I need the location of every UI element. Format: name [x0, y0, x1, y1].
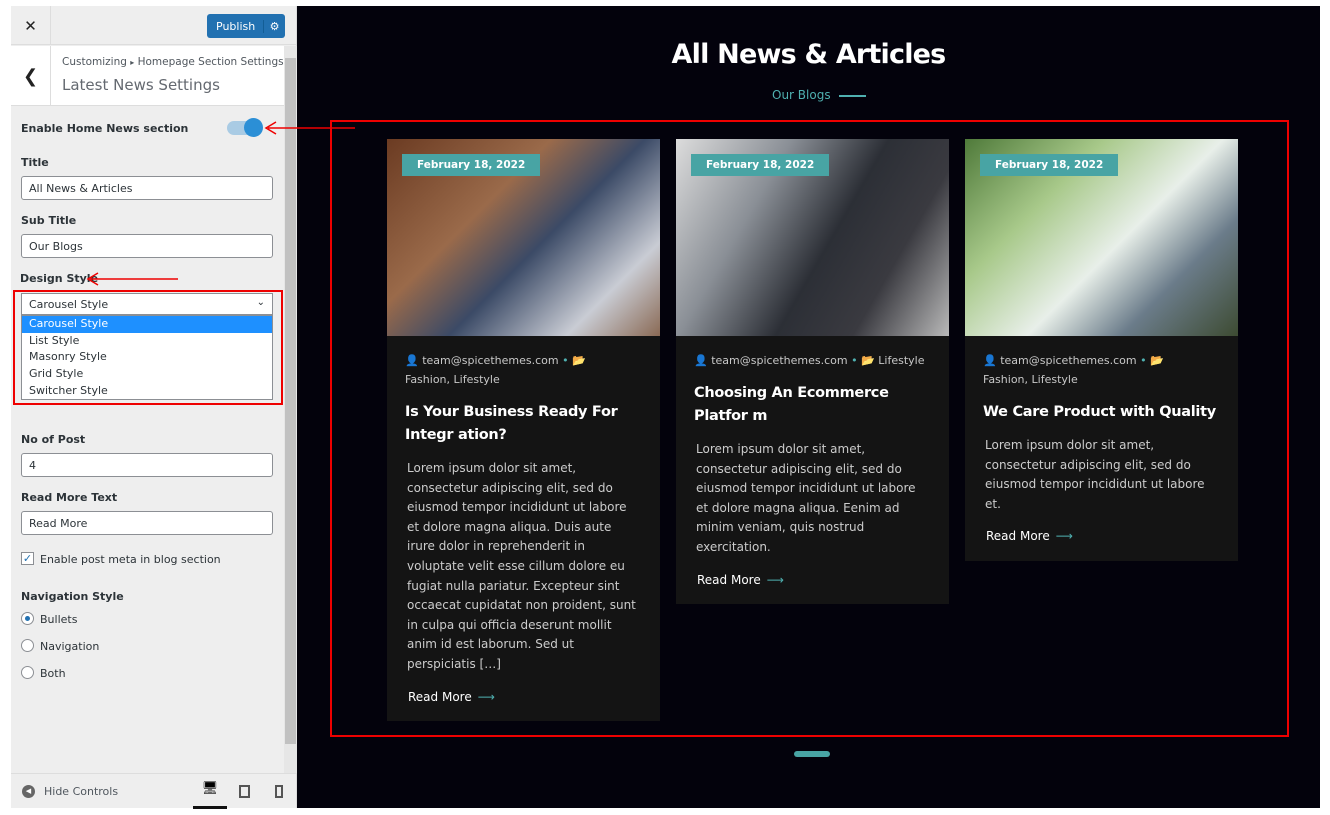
post-date: February 18, 2022 [402, 154, 541, 176]
post-title[interactable]: We Care Product with Quality [965, 389, 1238, 424]
post-date: February 18, 2022 [691, 154, 830, 176]
arrow-right-icon: ⟶ [477, 689, 495, 704]
annotation-arrow [264, 121, 355, 135]
post-meta: 👤 team@spicethemes.com • 📂 Lifestyle [694, 354, 925, 367]
option-carousel[interactable]: Carousel Style [22, 316, 272, 333]
scrollbar[interactable] [284, 46, 297, 773]
subtitle-input[interactable]: Our Blogs [21, 234, 273, 258]
post-image[interactable]: February 18, 2022 [676, 139, 949, 336]
posts-input[interactable]: 4 [21, 453, 273, 477]
breadcrumb: Customizing ▸ Homepage Section Settings [62, 56, 284, 68]
post-date: February 18, 2022 [980, 154, 1119, 176]
customizer-sidebar: ✕ Publish ⚙ ❮ Customizing ▸ Homepage Sect… [11, 6, 297, 809]
post-card: February 18, 2022 👤 team@spicethemes.com… [676, 139, 949, 604]
customizer-header: ✕ Publish ⚙ [11, 6, 297, 45]
user-icon: 👤 [405, 354, 419, 367]
nav-style-label: Navigation Style [21, 590, 124, 603]
option-switcher[interactable]: Switcher Style [22, 383, 272, 400]
post-title[interactable]: Is Your Business Ready For Integr ation? [387, 389, 660, 447]
read-more-link[interactable]: Read More ⟶ [676, 558, 949, 587]
post-image[interactable]: February 18, 2022 [965, 139, 1238, 336]
design-style-dropdown: Carousel Style List Style Masonry Style … [21, 315, 273, 401]
publish-label: Publish [216, 19, 256, 33]
posts-label: No of Post [21, 433, 86, 446]
radio-bullets[interactable] [21, 612, 34, 625]
read-more-label: Read More [986, 529, 1050, 544]
user-icon: 👤 [983, 354, 997, 367]
section-subheading: Our Blogs [772, 88, 866, 102]
breadcrumb-parent: Homepage Section Settings [137, 56, 284, 68]
read-more-link[interactable]: Read More ⟶ [965, 514, 1238, 543]
read-more-label: Read More [697, 572, 761, 587]
breadcrumb-root: Customizing [62, 56, 127, 68]
folder-icon: 📂 [861, 354, 875, 367]
subtitle-label: Sub Title [21, 214, 77, 227]
site-preview: All News & Articles Our Blogs February 1… [297, 6, 1320, 808]
carousel-bullet-active[interactable] [794, 751, 830, 757]
read-more-label: Read More [408, 689, 472, 704]
option-masonry[interactable]: Masonry Style [22, 349, 272, 366]
post-categories[interactable]: Fashion, Lifestyle [983, 373, 1078, 386]
gear-icon[interactable]: ⚙ [263, 19, 285, 33]
title-input[interactable]: All News & Articles [21, 176, 273, 200]
desktop-preview-icon[interactable]: 🖥 [193, 774, 227, 809]
design-style-select[interactable]: Carousel Style ⌄ [21, 293, 273, 315]
post-image[interactable]: February 18, 2022 [387, 139, 660, 336]
enable-news-toggle[interactable] [227, 118, 263, 137]
tablet-preview-icon[interactable] [239, 785, 250, 798]
read-more-link[interactable]: Read More ⟶ [387, 675, 660, 704]
back-arrow-icon[interactable]: ❮ [11, 46, 51, 106]
post-excerpt: Lorem ipsum dolor sit amet, consectetur … [985, 438, 1205, 511]
mobile-preview-icon[interactable] [275, 785, 283, 798]
subheading-text: Our Blogs [772, 88, 831, 102]
post-meta: 👤 team@spicethemes.com • 📂 Fashion, Lifes… [983, 354, 1164, 386]
radio-both-label: Both [40, 667, 66, 680]
subheading-line [838, 94, 866, 97]
folder-icon: 📂 [1150, 354, 1164, 367]
hide-controls-button[interactable]: Hide Controls [44, 785, 118, 798]
post-card: February 18, 2022 👤 team@spicethemes.com… [387, 139, 660, 721]
post-excerpt: Lorem ipsum dolor sit amet, consectetur … [696, 442, 916, 554]
annotation-arrow [86, 272, 178, 286]
post-card: February 18, 2022 👤 team@spicethemes.com… [965, 139, 1238, 561]
readmore-label: Read More Text [21, 491, 118, 504]
folder-icon: 📂 [572, 354, 586, 367]
post-title[interactable]: Choosing An Ecommerce Platfor m [676, 370, 949, 428]
user-icon: 👤 [694, 354, 708, 367]
enable-news-label: Enable Home News section [21, 122, 189, 135]
post-excerpt: Lorem ipsum dolor sit amet, consectetur … [407, 461, 636, 671]
post-categories[interactable]: Lifestyle [878, 354, 924, 367]
section-header: ❮ Customizing ▸ Homepage Section Setting… [11, 46, 284, 106]
publish-button[interactable]: Publish ⚙ [207, 14, 285, 38]
post-categories[interactable]: Fashion, Lifestyle [405, 373, 500, 386]
option-grid[interactable]: Grid Style [22, 366, 272, 383]
readmore-input[interactable]: Read More [21, 511, 273, 535]
arrow-right-icon: ⟶ [766, 572, 784, 587]
arrow-right-icon: ⟶ [1055, 529, 1073, 544]
radio-navigation[interactable] [21, 639, 34, 652]
section-title: Latest News Settings [62, 76, 220, 94]
close-icon[interactable]: ✕ [11, 6, 51, 45]
collapse-icon[interactable]: ◀ [22, 785, 35, 798]
customizer-footer: ◀ Hide Controls 🖥 [11, 773, 297, 809]
breadcrumb-separator: ▸ [130, 58, 135, 67]
option-list[interactable]: List Style [22, 333, 272, 350]
post-author[interactable]: team@spicethemes.com [422, 354, 558, 367]
post-meta: 👤 team@spicethemes.com • 📂 Fashion, Lifes… [405, 354, 586, 386]
section-heading: All News & Articles [671, 39, 947, 70]
post-author[interactable]: team@spicethemes.com [711, 354, 847, 367]
post-meta-checkbox[interactable]: ✓ [21, 552, 34, 565]
chevron-down-icon: ⌄ [256, 297, 265, 308]
radio-bullets-label: Bullets [40, 613, 78, 626]
design-style-value: Carousel Style [29, 298, 109, 311]
title-label: Title [21, 156, 49, 169]
radio-navigation-label: Navigation [40, 640, 100, 653]
post-meta-label: Enable post meta in blog section [40, 553, 221, 566]
radio-both[interactable] [21, 666, 34, 679]
post-author[interactable]: team@spicethemes.com [1000, 354, 1136, 367]
